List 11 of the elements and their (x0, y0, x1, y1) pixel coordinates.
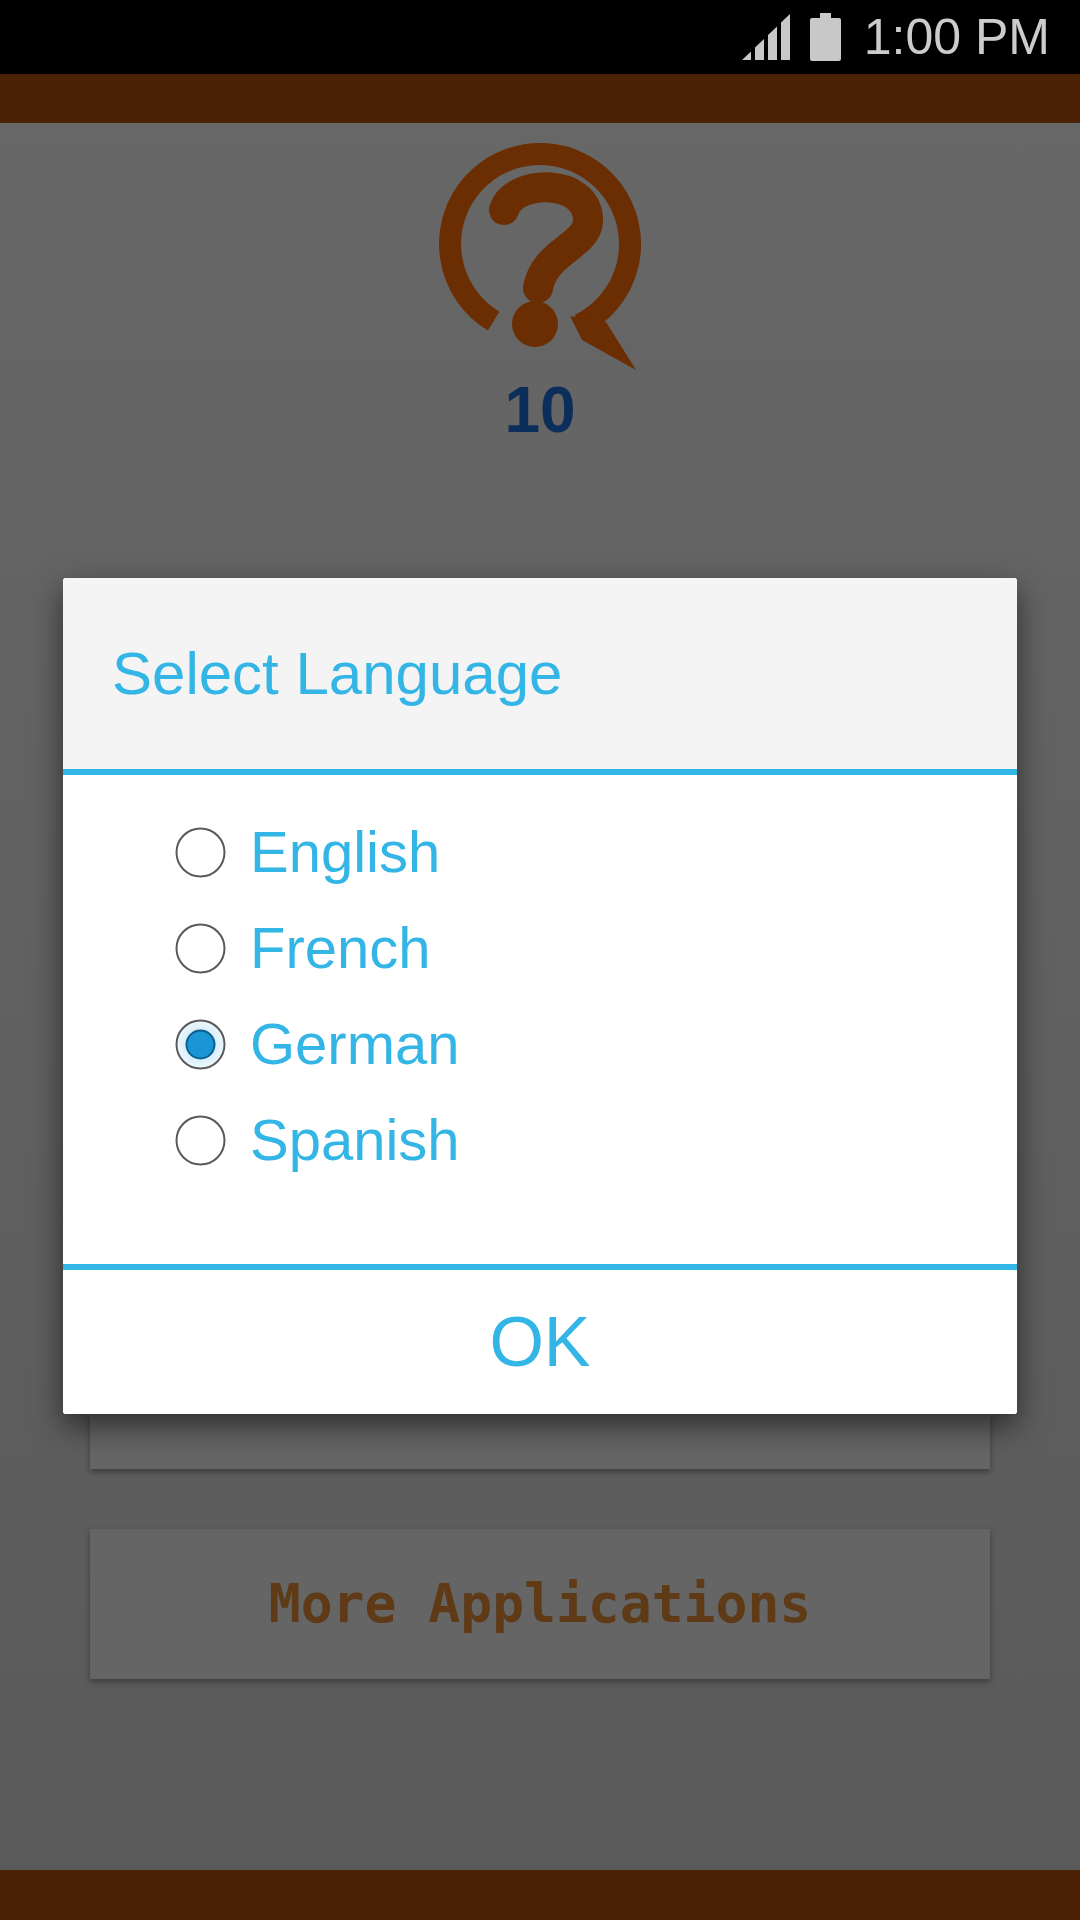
more-applications-button[interactable]: More Applications (90, 1529, 990, 1679)
language-option[interactable]: English (175, 804, 441, 900)
language-option[interactable]: Spanish (175, 1092, 460, 1188)
ok-button[interactable]: OK (63, 1270, 1017, 1414)
language-option[interactable]: French (175, 900, 431, 996)
signal-icon (741, 14, 790, 60)
status-time: 1:00 PM (863, 12, 1050, 62)
dialog-title: Select Language (112, 643, 563, 704)
score-text: 10 (504, 378, 576, 442)
battery-icon (809, 13, 841, 61)
language-option[interactable]: German (175, 996, 460, 1092)
